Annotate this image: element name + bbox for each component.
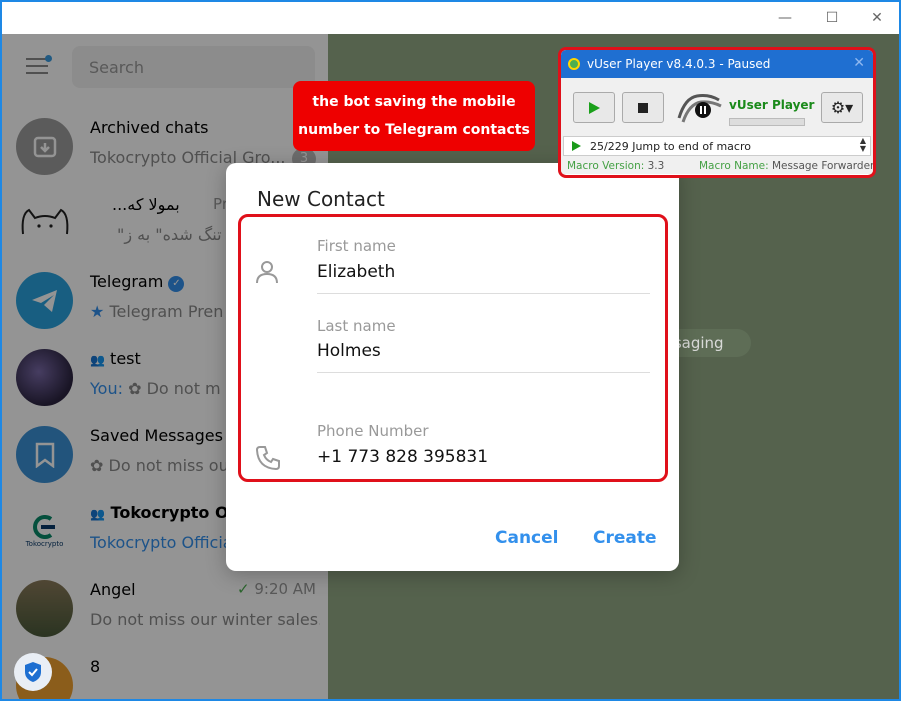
create-button[interactable]: Create (593, 528, 657, 548)
vuser-logo-icon (568, 58, 580, 70)
vuser-player-window: vUser Player v8.4.0.3 - Paused ✕ vUser P… (558, 47, 876, 178)
telegram-window: — ☐ ✕ Search Archived chats Tokocrypto O… (0, 0, 901, 701)
callout-line-1: the bot saving the mobile (312, 94, 516, 110)
maximize-icon: ☐ (825, 10, 839, 26)
vuser-title-bar: vUser Player v8.4.0.3 - Paused ✕ (561, 50, 873, 78)
vuser-stop-button[interactable] (622, 92, 664, 123)
maximize-button[interactable]: ☐ (809, 2, 855, 34)
minimize-icon: — (778, 10, 792, 26)
vuser-hand-logo-icon (675, 88, 725, 126)
close-button[interactable]: ✕ (854, 2, 899, 34)
minimize-button[interactable]: — (762, 2, 808, 34)
highlight-box-fields (238, 214, 668, 482)
annotation-callout: the bot saving the mobile number to Tele… (293, 81, 535, 151)
scroll-arrows-icon[interactable]: ▲ ▼ (860, 137, 866, 153)
vuser-status-bar: 25/229 Jump to end of macro ▲ ▼ (563, 136, 871, 156)
status-play-icon (572, 141, 581, 151)
dialog-title: New Contact (257, 187, 385, 211)
callout-line-2: number to Telegram contacts (298, 122, 530, 138)
vuser-status-text: 25/229 Jump to end of macro (590, 140, 751, 153)
gear-icon: ⚙▾ (830, 98, 854, 117)
macro-version-label: Macro Version: (567, 160, 645, 172)
vuser-brand: vUser Player (729, 98, 815, 112)
shield-icon[interactable] (14, 653, 52, 691)
vuser-progress-bar (729, 118, 805, 126)
macro-version: 3.3 (647, 160, 665, 172)
cancel-button[interactable]: Cancel (495, 528, 558, 548)
stop-icon (638, 102, 648, 113)
vuser-close-icon[interactable]: ✕ (853, 55, 865, 71)
macro-name-label: Macro Name: (699, 160, 769, 172)
vuser-body: vUser Player ⚙▾ 25/229 Jump to end of ma… (561, 78, 873, 174)
title-bar: — ☐ ✕ (2, 2, 899, 34)
vuser-title: vUser Player v8.4.0.3 - Paused (587, 57, 771, 71)
vuser-macro-info: Macro Version: 3.3 Macro Name: Message F… (567, 160, 875, 172)
vuser-play-button[interactable] (573, 92, 615, 123)
vuser-settings-button[interactable]: ⚙▾ (821, 92, 863, 123)
macro-name: Message Forwarder to Unsa (771, 160, 875, 172)
close-icon: ✕ (871, 10, 883, 26)
play-icon (588, 101, 600, 114)
